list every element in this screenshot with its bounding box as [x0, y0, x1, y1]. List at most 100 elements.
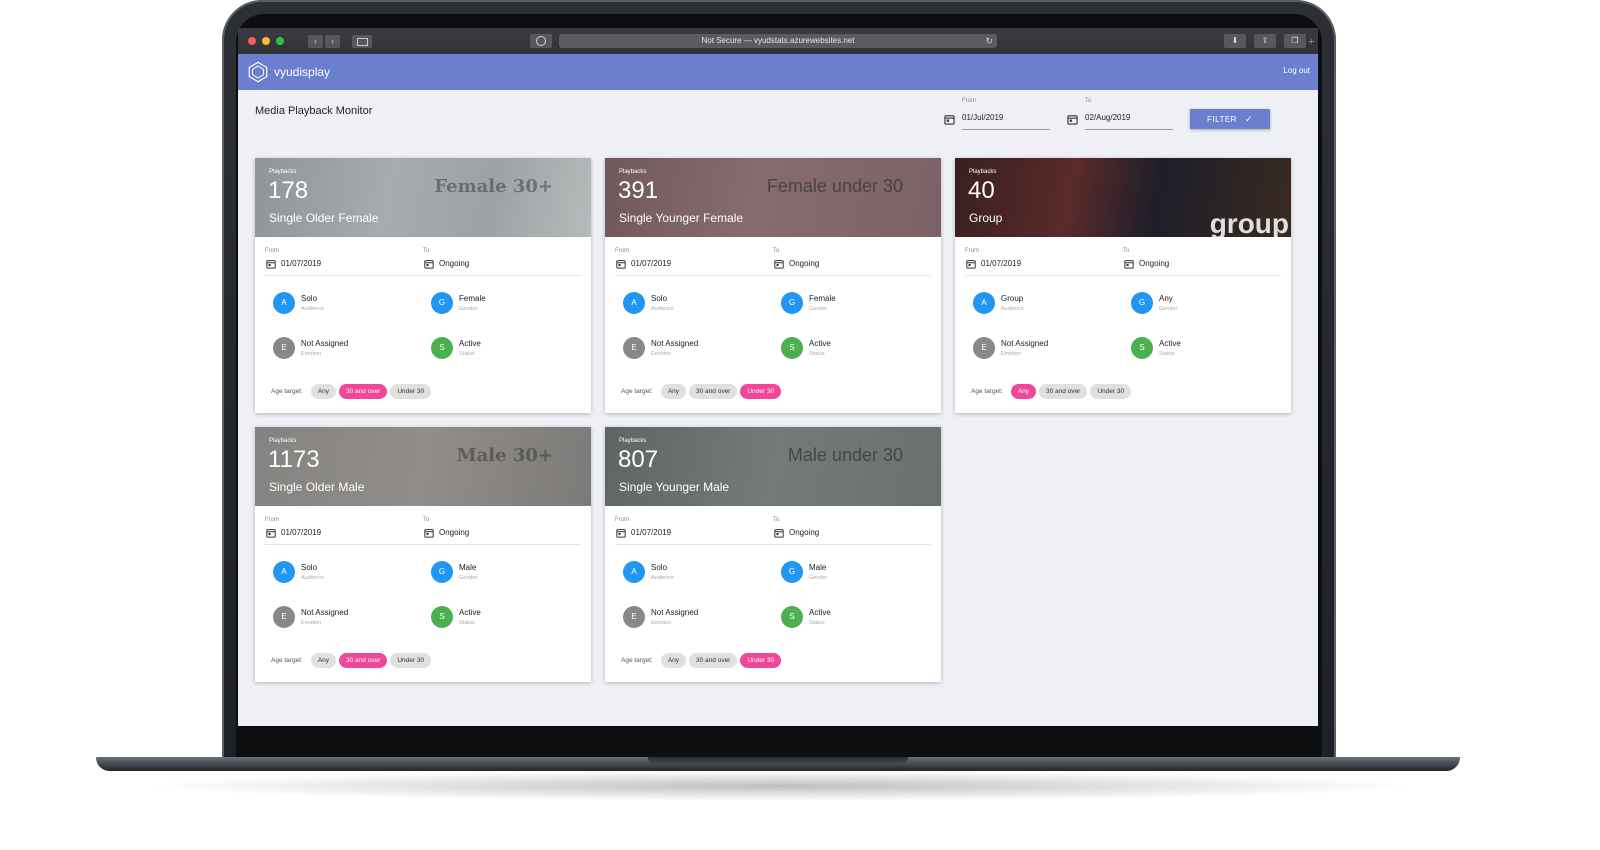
share-icon[interactable]: ⇪ [1254, 34, 1276, 48]
age-target-label: Age target: [971, 388, 1003, 395]
back-button[interactable]: ‹ [308, 34, 323, 48]
gender-attribute: G Male Gender [781, 561, 931, 587]
age-chip[interactable]: 30 and over [1039, 384, 1088, 399]
age-chip[interactable]: 30 and over [689, 384, 738, 399]
sidebar-toggle-button[interactable] [352, 34, 372, 48]
reload-icon[interactable]: ↻ [985, 34, 993, 48]
card-title: Single Older Male [269, 480, 365, 494]
to-value: Ongoing [789, 528, 820, 537]
forward-button[interactable]: › [325, 34, 340, 48]
from-date-label: From [962, 98, 976, 104]
from-label: From [615, 517, 629, 523]
age-chip[interactable]: 30 and over [339, 384, 388, 399]
privacy-icon[interactable] [530, 34, 552, 48]
age-target-label: Age target: [621, 388, 653, 395]
to-date-input[interactable]: 02/Aug/2019 [1085, 113, 1130, 122]
from-label: From [615, 248, 629, 254]
attribute-avatar: G [431, 561, 453, 583]
url-text: Not Secure — vyudstats.azurewebsites.net [701, 36, 855, 45]
download-icon[interactable]: ⬇ [1224, 34, 1246, 48]
to-value: Ongoing [789, 259, 820, 268]
campaign-card[interactable]: Male 30+ Playbacks 1173 Single Older Male Fr… [255, 427, 591, 682]
app-header: vyudisplay Log out [238, 54, 1318, 90]
attribute-value: Solo [651, 563, 668, 572]
campaign-card[interactable]: Female 30+ Playbacks 178 Single Older Femal… [255, 158, 591, 413]
address-bar[interactable]: Not Secure — vyudstats.azurewebsites.net… [559, 34, 997, 48]
calendar-icon [424, 260, 434, 269]
age-chip[interactable]: Any [310, 653, 337, 668]
attribute-value: Male [459, 563, 477, 572]
campaign-card[interactable]: group Playbacks 40 Group From 01/07/2019 To Ong… [955, 158, 1291, 413]
window-controls [248, 37, 284, 45]
from-value: 01/07/2019 [281, 528, 322, 537]
browser-actions: ⬇ ⇪ ❐ [1224, 34, 1306, 48]
page-title: Media Playback Monitor [255, 105, 373, 117]
age-target-label: Age target: [271, 388, 303, 395]
attribute-label: Emotion [1001, 351, 1022, 357]
playbacks-label: Playbacks [969, 169, 997, 175]
from-label: From [965, 248, 979, 254]
calendar-icon[interactable] [944, 114, 955, 125]
hero-banner-text: Female under 30 [766, 176, 903, 196]
attribute-label: Status [809, 620, 825, 626]
emotion-attribute: E Not Assigned Emotion [973, 337, 1123, 363]
age-chip[interactable]: Any [1010, 384, 1037, 399]
age-chip[interactable]: Under 30 [390, 653, 432, 668]
campaign-card[interactable]: Male under 30 Playbacks 807 Single Younger … [605, 427, 941, 682]
card-dates: From 01/07/2019 To Ongoing [615, 237, 931, 276]
attribute-label: Emotion [301, 351, 322, 357]
playbacks-label: Playbacks [269, 438, 297, 444]
age-chip[interactable]: 30 and over [339, 653, 388, 668]
logout-link[interactable]: Log out [1283, 66, 1310, 75]
to-date-label: To [1085, 98, 1092, 104]
new-tab-icon[interactable]: + [1308, 36, 1318, 48]
close-window-button[interactable] [248, 37, 256, 45]
age-chip[interactable]: Under 30 [390, 384, 432, 399]
gender-attribute: G Female Gender [431, 292, 581, 318]
tabs-overview-icon[interactable]: ❐ [1284, 34, 1306, 48]
from-label: From [265, 517, 279, 523]
age-target-row: Age target: Any 30 and over Under 30 [971, 384, 1134, 399]
attribute-avatar: S [781, 606, 803, 628]
brand-name[interactable]: vyudisplay [274, 65, 330, 79]
calendar-icon[interactable] [1067, 114, 1078, 125]
age-target-row: Age target: Any 30 and over Under 30 [271, 384, 434, 399]
attribute-value: Active [459, 608, 481, 617]
from-label: From [265, 248, 279, 254]
hexagon-logo-icon [248, 61, 268, 83]
attribute-value: Active [459, 339, 481, 348]
hero-banner-text: group [1209, 208, 1289, 237]
card-title: Single Older Female [269, 211, 379, 225]
attribute-avatar: E [623, 606, 645, 628]
attribute-value: Not Assigned [1001, 339, 1049, 348]
calendar-icon [966, 260, 976, 269]
age-chip[interactable]: Any [660, 653, 687, 668]
attribute-value: Group [1001, 294, 1024, 303]
card-dates: From 01/07/2019 To Ongoing [265, 237, 581, 276]
calendar-icon [424, 529, 434, 538]
from-value: 01/07/2019 [631, 259, 672, 268]
gender-attribute: G Female Gender [781, 292, 931, 318]
attribute-value: Solo [301, 563, 318, 572]
gender-attribute: G Any Gender [1131, 292, 1281, 318]
age-chip[interactable]: Under 30 [740, 384, 782, 399]
card-hero-image: Female 30+ Playbacks 178 Single Older Femal… [255, 158, 591, 237]
card-hero-image: Female under 30 Playbacks 391 Single Younge… [605, 158, 941, 237]
filter-button[interactable]: FILTER ✓ [1190, 109, 1270, 129]
attribute-avatar: G [781, 561, 803, 583]
age-chip[interactable]: 30 and over [689, 653, 738, 668]
age-chip[interactable]: Under 30 [1090, 384, 1132, 399]
zoom-window-button[interactable] [276, 37, 284, 45]
age-chip[interactable]: Any [310, 384, 337, 399]
attribute-value: Male [809, 563, 827, 572]
laptop-notch [648, 757, 908, 765]
attribute-avatar: G [781, 292, 803, 314]
from-date-input[interactable]: 01/Jul/2019 [962, 113, 1003, 122]
age-chip[interactable]: Under 30 [740, 653, 782, 668]
minimize-window-button[interactable] [262, 37, 270, 45]
attribute-avatar: S [781, 337, 803, 359]
age-chip[interactable]: Any [660, 384, 687, 399]
playbacks-label: Playbacks [269, 169, 297, 175]
audience-attribute: A Solo Audience [273, 292, 423, 318]
campaign-card[interactable]: Female under 30 Playbacks 391 Single Younge… [605, 158, 941, 413]
